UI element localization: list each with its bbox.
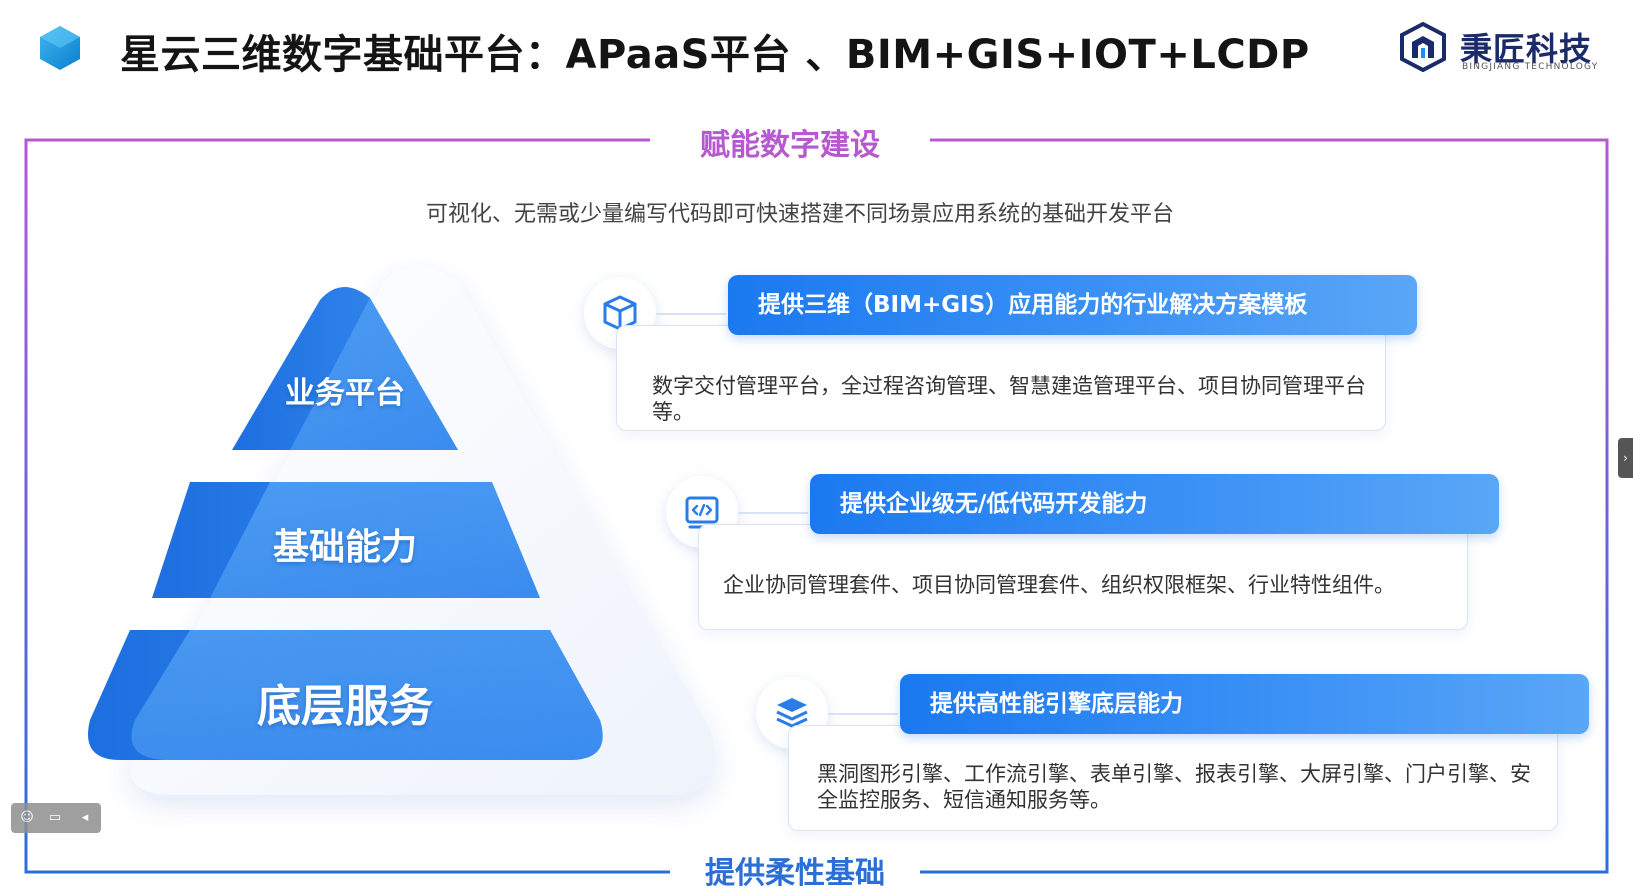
feature-2-connector bbox=[738, 512, 808, 514]
feature-1-description: 数字交付管理平台，全过程咨询管理、智慧建造管理平台、项目协同管理平台等。 bbox=[652, 374, 1366, 424]
feature-1-title: 提供三维（BIM+GIS）应用能力的行业解决方案模板 bbox=[728, 275, 1417, 335]
collapse-left-icon[interactable]: ◂ bbox=[75, 808, 95, 828]
feature-2-title: 提供企业级无/低代码开发能力 bbox=[810, 474, 1499, 534]
brand-logo: 秉匠科技 BINGJIANG TECHNOLOGY bbox=[1400, 22, 1600, 78]
feature-3-connector bbox=[828, 713, 898, 715]
pyramid-level-basic-capability: 基础能力 bbox=[272, 527, 417, 568]
side-panel-toggle-icon[interactable]: › bbox=[1618, 438, 1633, 478]
comment-icon[interactable]: ▭ bbox=[45, 808, 65, 828]
feature-3-description: 黑洞图形引擎、工作流引擎、表单引擎、报表引擎、大屏引擎、门户引擎、安全监控服务、… bbox=[817, 762, 1531, 812]
brand-subtitle: BINGJIANG TECHNOLOGY bbox=[1462, 62, 1599, 72]
emoji-icon[interactable]: ☺ bbox=[17, 808, 37, 828]
feature-3-title: 提供高性能引擎底层能力 bbox=[900, 674, 1589, 734]
presentation-toolbar: ☺ ▭ ◂ bbox=[11, 803, 101, 833]
pyramid-level-business-platform: 业务平台 bbox=[285, 376, 405, 411]
slide: 星云三维数字基础平台：APaaS平台 、BIM+GIS+IOT+LCDP 秉匠科… bbox=[0, 0, 1633, 892]
frame-bottom-label: 提供柔性基础 bbox=[670, 848, 920, 892]
pyramid-level-base-services: 底层服务 bbox=[257, 681, 433, 732]
page-title: 星云三维数字基础平台：APaaS平台 、BIM+GIS+IOT+LCDP bbox=[120, 32, 1310, 78]
hexagon-logo-icon bbox=[40, 26, 80, 70]
frame-top-label: 赋能数字建设 bbox=[650, 120, 930, 164]
feature-2-description: 企业协同管理套件、项目协同管理套件、组织权限框架、行业特性组件。 bbox=[723, 573, 1395, 597]
feature-1-connector bbox=[656, 313, 726, 315]
brand-mark-icon bbox=[1400, 22, 1446, 72]
section-subtitle: 可视化、无需或少量编写代码即可快速搭建不同场景应用系统的基础开发平台 bbox=[425, 202, 1174, 227]
